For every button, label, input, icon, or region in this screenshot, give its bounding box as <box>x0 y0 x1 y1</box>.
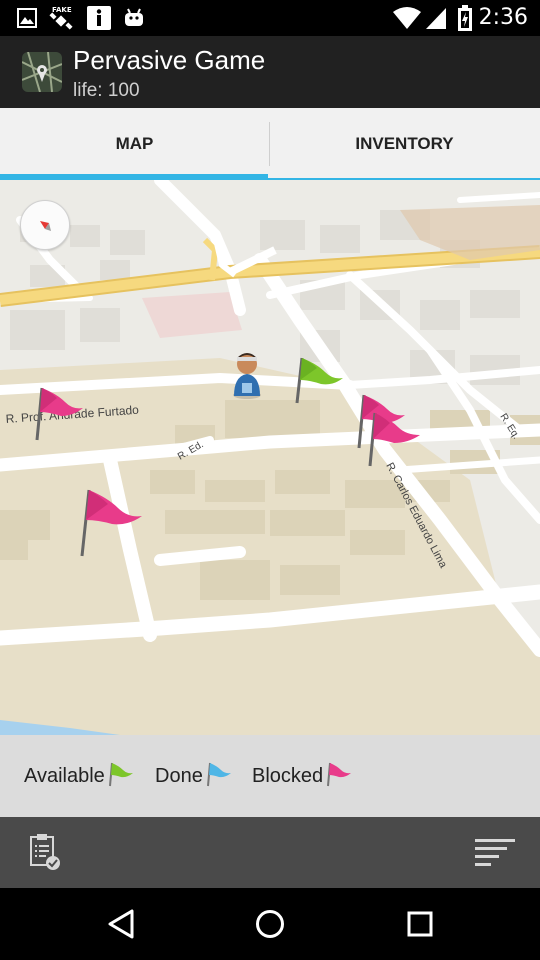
compass-icon[interactable] <box>20 200 70 250</box>
legend-blocked: Blocked <box>252 762 353 788</box>
legend-label: Blocked <box>252 764 324 787</box>
legend-label: Done <box>155 764 203 787</box>
map-view[interactable]: R. Prof. Andrade Furtado R. Carlos Eduar… <box>0 180 540 735</box>
navigation-bar <box>0 888 540 960</box>
wifi-icon <box>393 7 421 29</box>
tab-inventory[interactable]: INVENTORY <box>270 108 539 180</box>
sort-menu-icon[interactable] <box>474 837 516 867</box>
bottom-action-bar <box>0 817 540 888</box>
fake-gps-icon: FAKE <box>49 6 73 30</box>
map-canvas[interactable]: R. Prof. Andrade Furtado R. Carlos Eduar… <box>0 180 540 735</box>
svg-text:FAKE: FAKE <box>52 6 72 14</box>
tab-bar: MAP INVENTORY <box>0 108 540 180</box>
action-bar: Pervasive Game life: 100 <box>0 36 540 108</box>
android-icon <box>125 8 143 26</box>
legend-available: Available <box>24 762 135 788</box>
map-app-icon[interactable] <box>22 52 62 92</box>
signal-icon <box>426 8 446 29</box>
legend-label: Available <box>24 764 105 787</box>
battery-icon <box>458 5 472 31</box>
status-bar: FAKE 2:36 <box>0 0 540 36</box>
back-icon[interactable] <box>106 908 136 940</box>
pink-flag-icon <box>327 762 352 787</box>
quest-list-icon[interactable] <box>28 833 62 871</box>
info-icon <box>87 6 111 30</box>
blue-flag-icon <box>206 762 231 787</box>
home-icon[interactable] <box>255 909 285 939</box>
flag-legend: Available Done Blocked <box>0 735 540 817</box>
app-title: Pervasive Game <box>73 45 266 75</box>
recents-icon[interactable] <box>406 910 434 938</box>
life-counter: life: 100 <box>73 80 140 101</box>
image-icon <box>17 8 37 28</box>
tab-map[interactable]: MAP <box>0 108 269 180</box>
green-flag-icon <box>108 762 133 787</box>
legend-done: Done <box>155 762 233 788</box>
status-time: 2:36 <box>478 5 528 30</box>
hospital-area <box>142 292 242 338</box>
